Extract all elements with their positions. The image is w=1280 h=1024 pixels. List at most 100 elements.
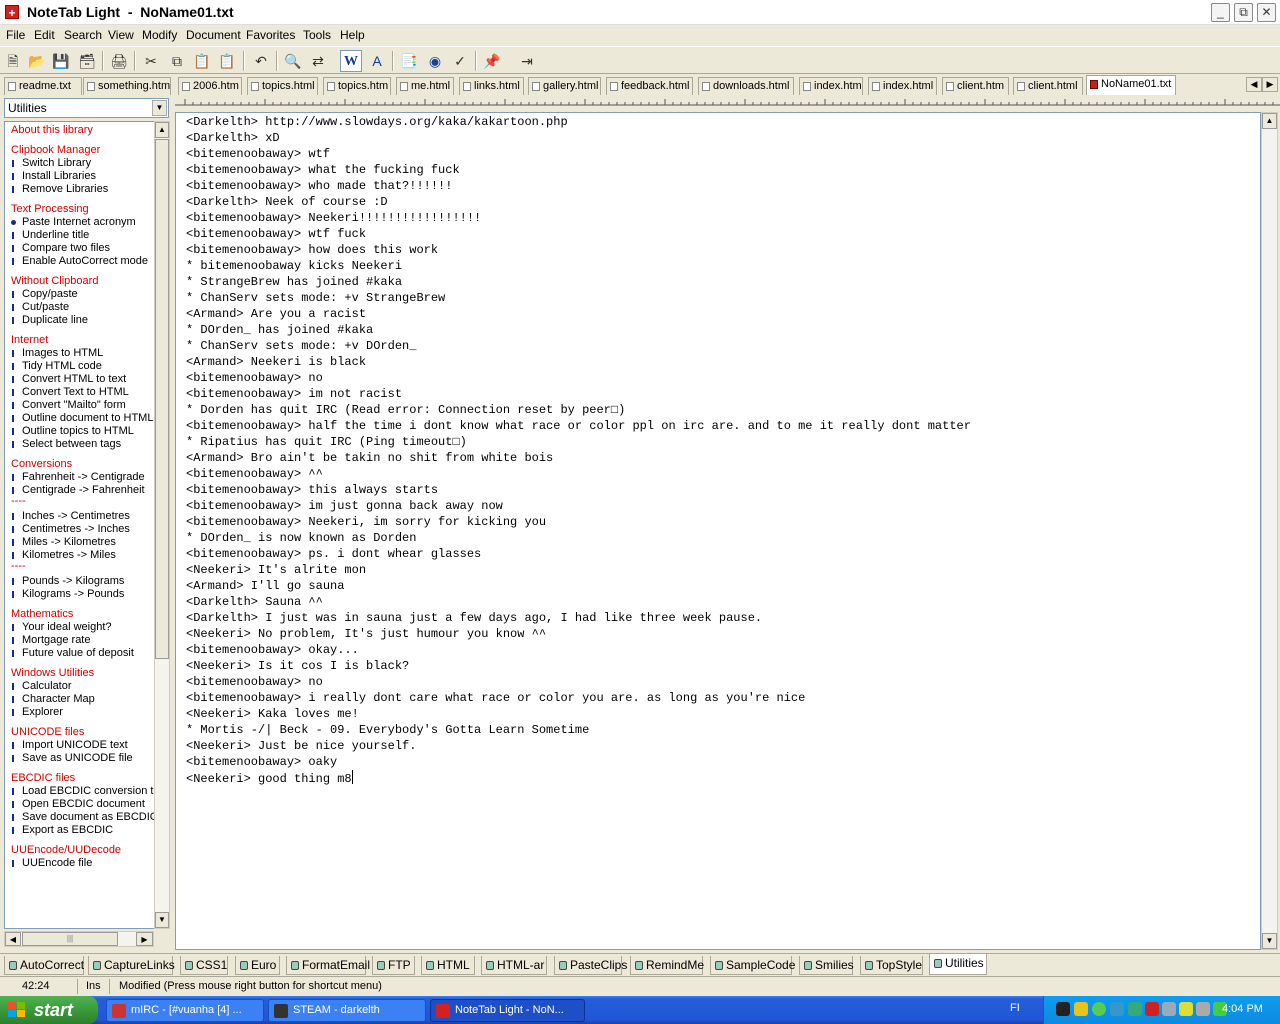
- text-line[interactable]: <bitemenoobaway> okay...: [186, 642, 971, 658]
- clip-item-underline-title[interactable]: Underline title: [5, 229, 154, 242]
- text-line[interactable]: <bitemenoobaway> no: [186, 370, 971, 386]
- save-icon[interactable]: 💾: [50, 50, 72, 72]
- text-line[interactable]: <Neekeri> It's alrite mon: [186, 562, 971, 578]
- text-line[interactable]: <Neekeri> No problem, It's just humour y…: [186, 626, 971, 642]
- clip-item-enable-autocorrect-mode[interactable]: Enable AutoCorrect mode: [5, 255, 154, 268]
- tray-utility-icon[interactable]: [1162, 1002, 1176, 1016]
- minimize-button[interactable]: _: [1211, 3, 1230, 22]
- tab-scroll-left-button[interactable]: ◀: [1246, 77, 1262, 92]
- word-wrap-icon[interactable]: W: [340, 50, 362, 72]
- print-icon[interactable]: 🖨: [108, 50, 130, 72]
- library-tab-utilities[interactable]: Utilities: [929, 954, 987, 975]
- menu-edit[interactable]: Edit: [34, 28, 55, 42]
- clip-item-explorer[interactable]: Explorer: [5, 706, 154, 719]
- clip-item-pounds-kilograms[interactable]: Pounds -> Kilograms: [5, 575, 154, 588]
- text-line[interactable]: <bitemenoobaway> how does this work: [186, 242, 971, 258]
- clip-item-centigrade-fahrenheit[interactable]: Centigrade -> Fahrenheit: [5, 484, 154, 497]
- text-line[interactable]: <bitemenoobaway> who made that?!!!!!!: [186, 178, 971, 194]
- paste-special-icon[interactable]: 📋: [216, 50, 238, 72]
- undo-icon[interactable]: ↶: [250, 50, 272, 72]
- scroll-down-button[interactable]: ▼: [1262, 933, 1277, 949]
- menu-help[interactable]: Help: [340, 28, 365, 42]
- clip-item-miles-kilometres[interactable]: Miles -> Kilometres: [5, 536, 154, 549]
- text-line[interactable]: <bitemenoobaway> Neekeri, im sorry for k…: [186, 514, 971, 530]
- text-editor[interactable]: <Darkelth> http://www.slowdays.org/kaka/…: [175, 112, 1261, 950]
- clipbook-icon[interactable]: 📌: [481, 50, 503, 72]
- tab-index-html[interactable]: index.html: [868, 77, 937, 95]
- text-line[interactable]: <bitemenoobaway> ps. i dont whear glasse…: [186, 546, 971, 562]
- library-tab-pasteclips[interactable]: PasteClips: [554, 956, 627, 975]
- tab-topics-html[interactable]: topics.html: [247, 77, 318, 95]
- tab-downloads-html[interactable]: downloads.html: [698, 77, 794, 95]
- text-line[interactable]: <bitemenoobaway> oaky: [186, 754, 971, 770]
- clip-item-save-document-as-ebcdic[interactable]: Save document as EBCDIC: [5, 811, 154, 824]
- clip-item-export-as-ebcdic[interactable]: Export as EBCDIC: [5, 824, 154, 837]
- notetab-app-icon[interactable]: +: [5, 5, 19, 20]
- clip-item-centimetres-inches[interactable]: Centimetres -> Inches: [5, 523, 154, 536]
- scroll-left-button[interactable]: ◀: [5, 932, 21, 946]
- library-select[interactable]: Utilities ▼: [4, 98, 169, 118]
- messenger-icon[interactable]: [1092, 1002, 1106, 1016]
- maximize-button[interactable]: ⧉: [1234, 3, 1253, 22]
- library-tab-html-ar[interactable]: HTML-ar: [481, 956, 547, 975]
- text-line[interactable]: <Darkelth> xD: [186, 130, 971, 146]
- library-tab-html[interactable]: HTML: [421, 956, 475, 975]
- tab-2006-htm[interactable]: 2006.htm: [178, 77, 242, 95]
- clip-item-images-to-html[interactable]: Images to HTML: [5, 347, 154, 360]
- font-icon[interactable]: A: [366, 50, 388, 72]
- text-line[interactable]: * DOrden_ has joined #kaka: [186, 322, 971, 338]
- scroll-down-button[interactable]: ▼: [155, 912, 169, 928]
- tray-device-icon[interactable]: [1196, 1002, 1210, 1016]
- copy-icon[interactable]: ⧉: [166, 50, 188, 72]
- text-line[interactable]: * Mortis -/| Beck - 09. Everybody's Gott…: [186, 722, 971, 738]
- tab-gallery-html[interactable]: gallery.html: [528, 77, 601, 95]
- tab-client-htm[interactable]: client.htm: [942, 77, 1009, 95]
- text-line[interactable]: * StrangeBrew has joined #kaka: [186, 274, 971, 290]
- preview-icon[interactable]: ◉: [424, 50, 446, 72]
- clip-item-compare-two-files[interactable]: Compare two files: [5, 242, 154, 255]
- clip-item-inches-centimetres[interactable]: Inches -> Centimetres: [5, 510, 154, 523]
- clip-item-kilograms-pounds[interactable]: Kilograms -> Pounds: [5, 588, 154, 601]
- close-button[interactable]: ✕: [1257, 3, 1276, 22]
- text-line[interactable]: <Darkelth> http://www.slowdays.org/kaka/…: [186, 114, 971, 130]
- clip-item-convert-text-to-html[interactable]: Convert Text to HTML: [5, 386, 154, 399]
- clip-item-tidy-html-code[interactable]: Tidy HTML code: [5, 360, 154, 373]
- library-tab-topstyle[interactable]: TopStyle: [860, 956, 923, 975]
- text-line[interactable]: * bitemenoobaway kicks Neekeri: [186, 258, 971, 274]
- clip-item-outline-document-to-html[interactable]: Outline document to HTML: [5, 412, 154, 425]
- clip-item-fahrenheit-centigrade[interactable]: Fahrenheit -> Centigrade: [5, 471, 154, 484]
- library-tab-formatemail[interactable]: FormatEmail: [286, 956, 370, 975]
- title-bar[interactable]: + NoteTab Light - NoName01.txt _ ⧉ ✕: [0, 0, 1280, 25]
- library-tab-ftp[interactable]: FTP: [372, 956, 415, 975]
- text-line[interactable]: <bitemenoobaway> what the fucking fuck: [186, 162, 971, 178]
- text-line[interactable]: <Darkelth> Sauna ^^: [186, 594, 971, 610]
- tab-scroll-right-button[interactable]: ▶: [1262, 77, 1278, 92]
- language-indicator[interactable]: FI: [1010, 1002, 1020, 1014]
- new-icon[interactable]: 🗎: [2, 50, 24, 72]
- clip-item-switch-library[interactable]: Switch Library: [5, 157, 154, 170]
- volume-icon[interactable]: [1128, 1002, 1142, 1016]
- scrollbar-thumb[interactable]: |||: [22, 932, 118, 946]
- text-line[interactable]: <Armand> Neekeri is black: [186, 354, 971, 370]
- spell-check-icon[interactable]: ✓: [449, 50, 471, 72]
- text-line[interactable]: <Armand> Are you a racist: [186, 306, 971, 322]
- clock[interactable]: 4:04 PM: [1222, 1003, 1263, 1015]
- clip-item-future-value-of-deposit[interactable]: Future value of deposit: [5, 647, 154, 660]
- text-line[interactable]: <Armand> Bro ain't be takin no shit from…: [186, 450, 971, 466]
- menu-favorites[interactable]: Favorites: [246, 28, 295, 42]
- text-line[interactable]: <bitemenoobaway> ^^: [186, 466, 971, 482]
- tab-links-html[interactable]: links.html: [459, 77, 524, 95]
- library-tab-smilies[interactable]: Smilies: [799, 956, 854, 975]
- menu-document[interactable]: Document: [186, 28, 241, 42]
- clip-item-load-ebcdic-conversion-t[interactable]: Load EBCDIC conversion t: [5, 785, 154, 798]
- text-line[interactable]: <bitemenoobaway> i really dont care what…: [186, 690, 971, 706]
- cut-icon[interactable]: ✂: [140, 50, 162, 72]
- text-line[interactable]: <bitemenoobaway> this always starts: [186, 482, 971, 498]
- text-line[interactable]: * ChanServ sets mode: +v StrangeBrew: [186, 290, 971, 306]
- shield-icon[interactable]: [1074, 1002, 1088, 1016]
- save-all-icon[interactable]: 🗃: [76, 50, 98, 72]
- editor-vertical-scrollbar[interactable]: ▲ ▼: [1261, 112, 1278, 950]
- tab-topics-htm[interactable]: topics.htm: [323, 77, 391, 95]
- scroll-right-button[interactable]: ▶: [136, 932, 153, 946]
- clip-item-remove-libraries[interactable]: Remove Libraries: [5, 183, 154, 196]
